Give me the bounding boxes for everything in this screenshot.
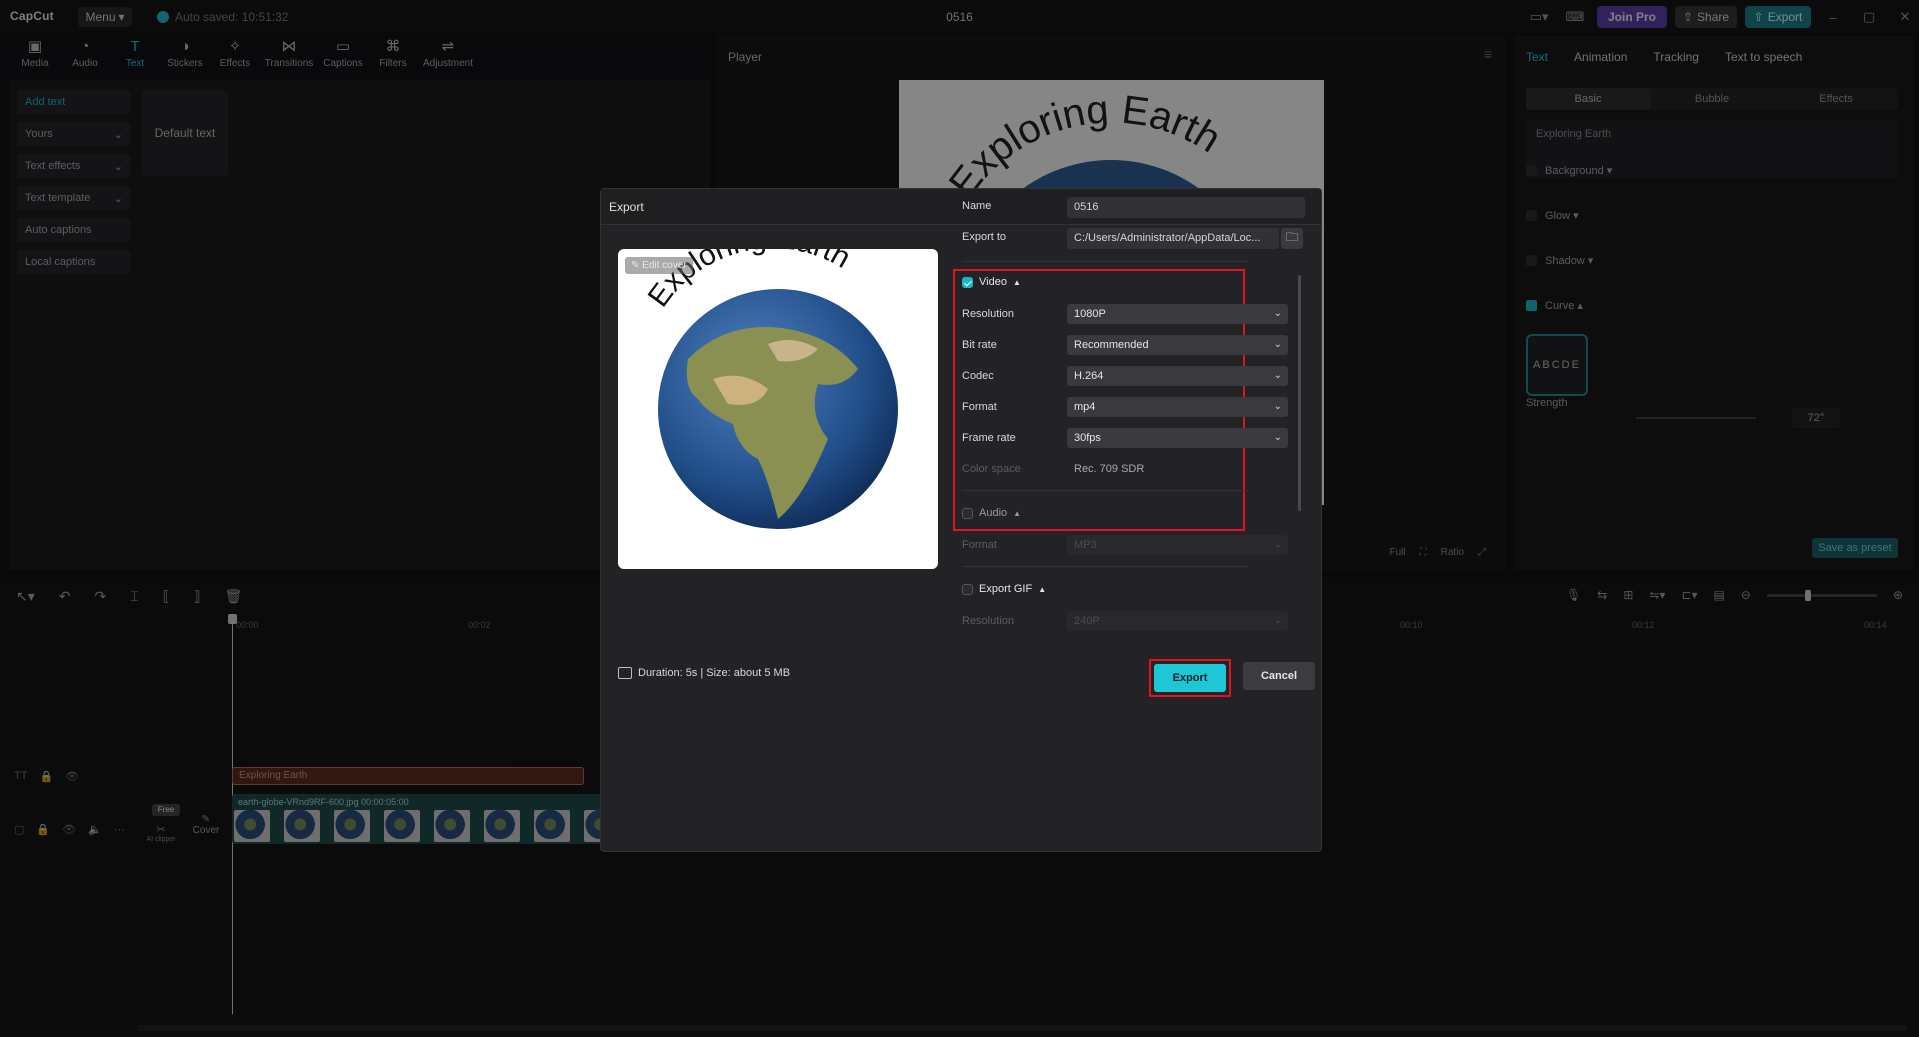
format-label: Format bbox=[962, 401, 997, 413]
cancel-button[interactable]: Cancel bbox=[1243, 662, 1315, 690]
edit-cover-label: Edit cover bbox=[642, 260, 686, 271]
chevron-down-icon: ⌄ bbox=[1274, 535, 1282, 555]
gif-section-header[interactable]: Export GIF ▲ bbox=[962, 583, 1046, 595]
film-icon bbox=[618, 667, 632, 679]
chevron-down-icon: ⌄ bbox=[1274, 611, 1282, 631]
edit-cover-button[interactable]: ✎ Edit cover bbox=[625, 257, 693, 274]
chevron-down-icon: ⌄ bbox=[1274, 366, 1282, 386]
pencil-icon: ✎ bbox=[631, 260, 642, 271]
cover-globe-image: Exploring Earth bbox=[618, 249, 938, 569]
gif-resolution-label: Resolution bbox=[962, 615, 1014, 627]
export-button[interactable]: Export bbox=[1154, 664, 1226, 692]
chevron-down-icon: ⌄ bbox=[1274, 304, 1282, 324]
bitrate-select[interactable]: Recommended ⌄ bbox=[1067, 335, 1288, 355]
framerate-value: 30fps bbox=[1074, 432, 1101, 444]
folder-icon[interactable]: 🗀 bbox=[1281, 228, 1303, 249]
codec-label: Codec bbox=[962, 370, 994, 382]
audio-checkbox[interactable] bbox=[962, 508, 973, 519]
colorspace-label: Color space bbox=[962, 463, 1021, 475]
export-dialog: Export Exploring Earth ✎ Edit c bbox=[600, 188, 1322, 852]
gif-checkbox[interactable] bbox=[962, 584, 973, 595]
format-select[interactable]: mp4 ⌄ bbox=[1067, 397, 1288, 417]
codec-select[interactable]: H.264 ⌄ bbox=[1067, 366, 1288, 386]
resolution-value: 1080P bbox=[1074, 308, 1106, 320]
export-path-field[interactable]: C:/Users/Administrator/AppData/Loc... bbox=[1067, 228, 1279, 249]
export-button-highlight: Export bbox=[1149, 659, 1231, 697]
cover-preview[interactable]: Exploring Earth ✎ Edit cover bbox=[618, 249, 938, 569]
chevron-up-icon: ▲ bbox=[1013, 278, 1021, 287]
audio-format-select: MP3 ⌄ bbox=[1067, 535, 1288, 555]
audio-format-label: Format bbox=[962, 539, 997, 551]
chevron-down-icon: ⌄ bbox=[1274, 335, 1282, 355]
gif-resolution-value: 240P bbox=[1074, 615, 1100, 627]
audio-format-value: MP3 bbox=[1074, 539, 1097, 551]
framerate-select[interactable]: 30fps ⌄ bbox=[1067, 428, 1288, 448]
bitrate-label: Bit rate bbox=[962, 339, 997, 351]
settings-scrollbar[interactable] bbox=[1298, 275, 1301, 511]
chevron-down-icon: ⌄ bbox=[1274, 428, 1282, 448]
chevron-up-icon: ▲ bbox=[1038, 585, 1046, 594]
chevron-up-icon: ▲ bbox=[1013, 509, 1021, 518]
codec-value: H.264 bbox=[1074, 370, 1103, 382]
video-checkbox[interactable] bbox=[962, 277, 973, 288]
divider bbox=[962, 490, 1248, 491]
resolution-select[interactable]: 1080P ⌄ bbox=[1067, 304, 1288, 324]
colorspace-value: Rec. 709 SDR bbox=[1074, 463, 1144, 475]
duration-size-text: Duration: 5s | Size: about 5 MB bbox=[638, 667, 790, 679]
video-section-header[interactable]: Video ▲ bbox=[962, 276, 1021, 288]
format-value: mp4 bbox=[1074, 401, 1095, 413]
framerate-label: Frame rate bbox=[962, 432, 1016, 444]
bitrate-value: Recommended bbox=[1074, 339, 1149, 351]
gif-resolution-select: 240P ⌄ bbox=[1067, 611, 1288, 631]
export-info: Duration: 5s | Size: about 5 MB bbox=[618, 667, 790, 679]
divider bbox=[962, 261, 1248, 262]
name-field[interactable]: 0516 bbox=[1067, 197, 1305, 218]
divider bbox=[962, 566, 1248, 567]
audio-section-label: Audio bbox=[979, 507, 1007, 519]
name-label-text: Name bbox=[962, 200, 991, 212]
chevron-down-icon: ⌄ bbox=[1274, 397, 1282, 417]
video-section-label: Video bbox=[979, 276, 1007, 288]
gif-section-label: Export GIF bbox=[979, 583, 1032, 595]
export-to-label: Export to bbox=[962, 231, 1006, 243]
audio-section-header[interactable]: Audio ▲ bbox=[962, 507, 1021, 519]
resolution-label: Resolution bbox=[962, 308, 1014, 320]
